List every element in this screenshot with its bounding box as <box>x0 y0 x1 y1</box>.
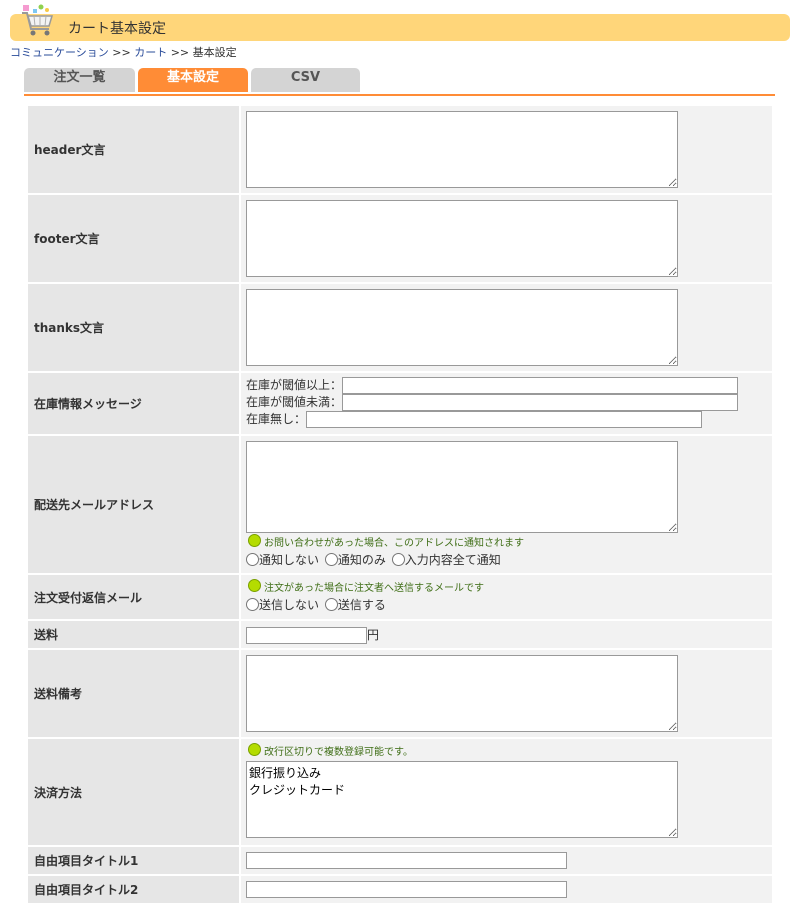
stock-message-label: 在庫情報メッセージ <box>28 373 239 434</box>
delivery-email-label: 配送先メールアドレス <box>28 436 239 573</box>
notify-none-radio[interactable] <box>246 553 259 566</box>
header-text-label: header文言 <box>28 106 239 193</box>
lightbulb-icon <box>248 743 261 756</box>
page-title: カート基本設定 <box>68 21 166 37</box>
lightbulb-icon <box>248 534 261 547</box>
order-reply-options: 送信しない 送信する <box>246 596 772 614</box>
cart-icon <box>22 4 54 36</box>
shipping-fee-input[interactable] <box>246 627 367 644</box>
breadcrumb-communication-link[interactable]: コミュニケーション <box>10 46 109 59</box>
delivery-notify-options: 通知しない 通知のみ 入力内容全て通知 <box>246 551 772 569</box>
free-title-2-label: 自由項目タイトル2 <box>28 876 239 903</box>
page-header: カート基本設定 <box>10 4 790 41</box>
thanks-text-label: thanks文言 <box>28 284 239 371</box>
breadcrumb: コミュニケーション >> カート >> 基本設定 <box>10 44 237 60</box>
order-reply-hint: 注文があった場合に注文者へ送信するメールです <box>264 583 484 594</box>
reply-send-radio[interactable] <box>324 598 338 611</box>
free-title-2-input[interactable] <box>246 881 567 898</box>
footer-text-label: footer文言 <box>28 195 239 282</box>
notify-only-label: 通知のみ <box>337 553 386 567</box>
breadcrumb-separator: >> <box>112 46 131 59</box>
free-title-1-input[interactable] <box>246 852 567 869</box>
stock-none-label: 在庫無し： <box>246 412 307 426</box>
stock-above-input[interactable] <box>342 377 739 394</box>
stock-below-input[interactable] <box>342 394 739 411</box>
shipping-note-label: 送料備考 <box>28 650 239 737</box>
tab-bar: 注文一覧 基本設定 CSV <box>24 68 775 96</box>
settings-form: header文言 footer文言 thanks文言 在庫情報メッセージ 在庫が… <box>26 104 774 905</box>
tab-basic-settings[interactable]: 基本設定 <box>138 68 248 92</box>
lightbulb-icon <box>248 579 261 592</box>
reply-no-send-radio[interactable] <box>246 598 259 611</box>
thanks-text-field[interactable] <box>246 289 678 366</box>
breadcrumb-cart-link[interactable]: カート <box>134 46 167 59</box>
payment-method-hint: 改行区切りで複数登録可能です。 <box>264 747 413 758</box>
tab-order-list[interactable]: 注文一覧 <box>24 68 135 92</box>
notify-all-radio[interactable] <box>391 553 405 566</box>
order-reply-label: 注文受付返信メール <box>28 575 239 619</box>
yen-unit: 円 <box>367 628 380 642</box>
notify-none-label: 通知しない <box>259 553 320 567</box>
free-title-1-label: 自由項目タイトル1 <box>28 847 239 874</box>
notify-only-radio[interactable] <box>324 553 338 566</box>
stock-above-label: 在庫が閾値以上： <box>246 378 343 392</box>
footer-text-field[interactable] <box>246 200 678 277</box>
reply-no-send-label: 送信しない <box>259 598 320 612</box>
shipping-note-field[interactable] <box>246 655 678 732</box>
shipping-fee-label: 送料 <box>28 621 239 648</box>
breadcrumb-current: 基本設定 <box>192 46 237 59</box>
tab-csv[interactable]: CSV <box>251 68 360 92</box>
delivery-email-hint: お問い合わせがあった場合、このアドレスに通知されます <box>264 538 524 549</box>
payment-method-label: 決済方法 <box>28 739 239 845</box>
stock-below-label: 在庫が閾値未満： <box>246 395 343 409</box>
delivery-email-field[interactable] <box>246 441 678 533</box>
breadcrumb-separator: >> <box>170 46 190 59</box>
header-text-field[interactable] <box>246 111 678 188</box>
payment-method-field[interactable]: 銀行振り込み クレジットカード <box>246 761 678 838</box>
stock-none-input[interactable] <box>306 411 703 428</box>
reply-send-label: 送信する <box>337 598 386 612</box>
notify-all-label: 入力内容全て通知 <box>404 553 501 567</box>
